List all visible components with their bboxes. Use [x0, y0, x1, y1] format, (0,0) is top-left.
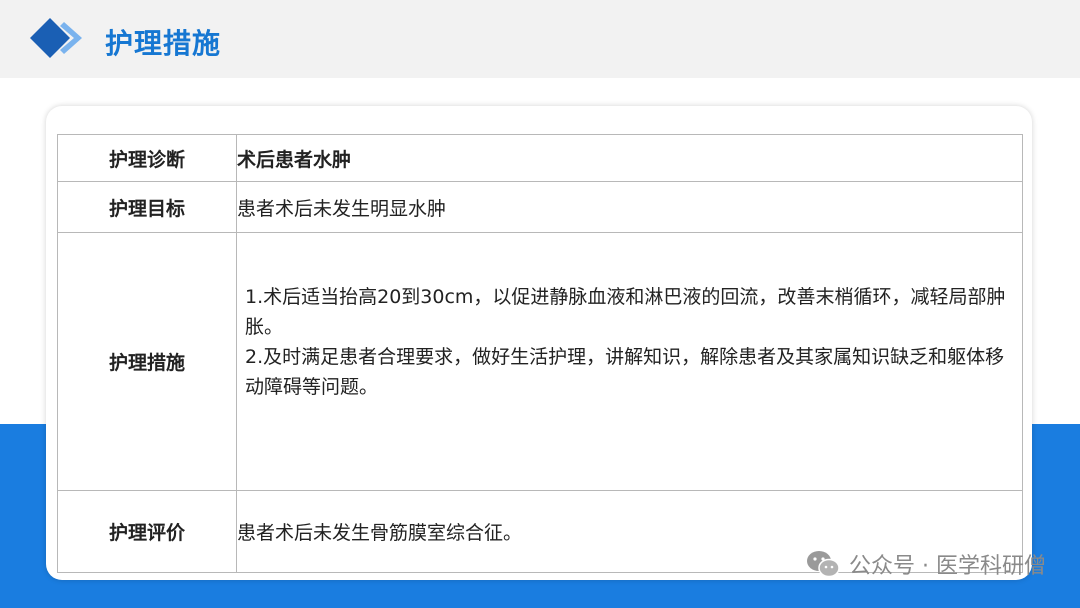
page-title: 护理措施 — [105, 27, 222, 60]
header-bar: 护理措施 — [0, 0, 1080, 78]
table-row: 护理目标 患者术后未发生明显水肿 — [57, 181, 1023, 233]
measure-item: 1.术后适当抬高20到30cm，以促进静脉血液和淋巴液的回流，改善末梢循环，减轻… — [245, 285, 1006, 338]
table-row: 护理诊断 术后患者水肿 — [57, 134, 1023, 182]
diamond-logo-icon — [30, 18, 82, 58]
row-value: 患者术后未发生明显水肿 — [236, 181, 1023, 233]
row-label: 护理评价 — [57, 490, 237, 573]
row-label: 护理诊断 — [57, 134, 237, 182]
row-value: 术后患者水肿 — [236, 134, 1023, 182]
wechat-icon — [807, 551, 840, 578]
nursing-table: 护理诊断 术后患者水肿 护理目标 患者术后未发生明显水肿 护理措施 1.术后适当… — [57, 134, 1023, 573]
row-label: 护理目标 — [57, 181, 237, 233]
watermark: 公众号 · 医学科研僧 — [805, 548, 1046, 580]
table-row: 护理措施 1.术后适当抬高20到30cm，以促进静脉血液和淋巴液的回流，改善末梢… — [57, 232, 1023, 491]
row-label: 护理措施 — [57, 232, 237, 491]
watermark-text: 公众号 · 医学科研僧 — [849, 554, 1046, 579]
measures-list: 1.术后适当抬高20到30cm，以促进静脉血液和淋巴液的回流，改善末梢循环，减轻… — [237, 282, 1022, 402]
measure-item: 2.及时满足患者合理要求，做好生活护理，讲解知识，解除患者及其家属知识缺乏和躯体… — [245, 345, 1005, 398]
measures-cell: 1.术后适当抬高20到30cm，以促进静脉血液和淋巴液的回流，改善末梢循环，减轻… — [236, 232, 1023, 491]
